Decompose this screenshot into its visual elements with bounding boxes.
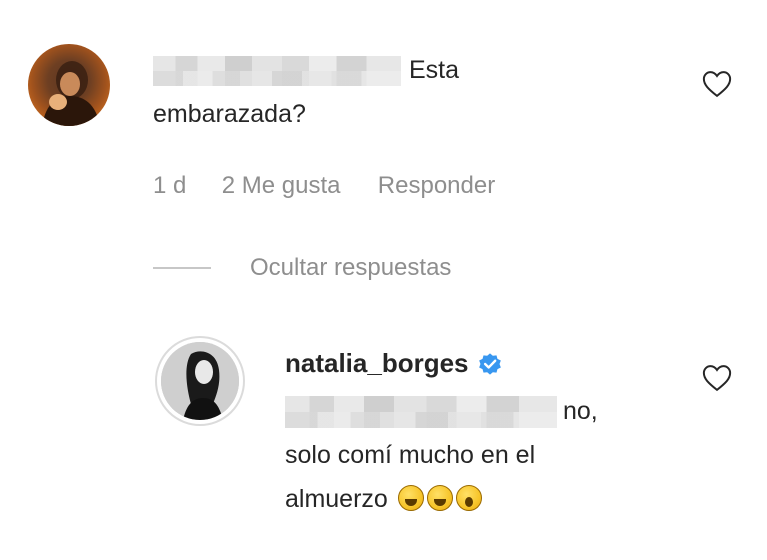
comment-meta: 1 d 2 Me gusta Responder bbox=[153, 172, 495, 200]
reply-text-line1: no, bbox=[563, 397, 598, 425]
hide-replies-button[interactable]: Ocultar respuestas bbox=[250, 254, 451, 282]
like-heart-icon[interactable] bbox=[702, 70, 732, 98]
reply-username[interactable]: natalia_borges bbox=[285, 348, 469, 379]
comment-timestamp[interactable]: 1 d bbox=[153, 172, 186, 199]
replies-divider bbox=[153, 267, 211, 269]
redacted-mention[interactable] bbox=[285, 396, 557, 429]
comment-text-line2: embarazada? bbox=[153, 100, 306, 128]
reply-header: natalia_borges bbox=[285, 348, 503, 379]
reply-text-line2: solo comí mucho en el bbox=[285, 441, 536, 469]
verified-badge-icon bbox=[478, 352, 501, 375]
comment-body: Esta embarazada? bbox=[153, 48, 459, 136]
redacted-username[interactable] bbox=[153, 56, 401, 87]
reply-button[interactable]: Responder bbox=[378, 172, 495, 199]
reply-author-avatar[interactable] bbox=[155, 336, 245, 426]
reply-avatar-photo bbox=[161, 342, 239, 420]
comment-text-line1: Esta bbox=[409, 56, 460, 84]
commenter-avatar[interactable] bbox=[28, 44, 110, 126]
screaming-face-emoji bbox=[455, 485, 482, 511]
comment-likes-count[interactable]: 2 Me gusta bbox=[222, 172, 341, 199]
reply-like-heart-icon[interactable] bbox=[702, 364, 732, 392]
avatar-photo bbox=[42, 61, 100, 126]
laughing-face-emoji bbox=[397, 485, 424, 511]
laughing-face-emoji bbox=[426, 485, 453, 511]
reply-body: no, solo comí mucho en el almuerzo bbox=[285, 389, 598, 521]
reply-text-line3: almuerzo bbox=[285, 485, 388, 513]
